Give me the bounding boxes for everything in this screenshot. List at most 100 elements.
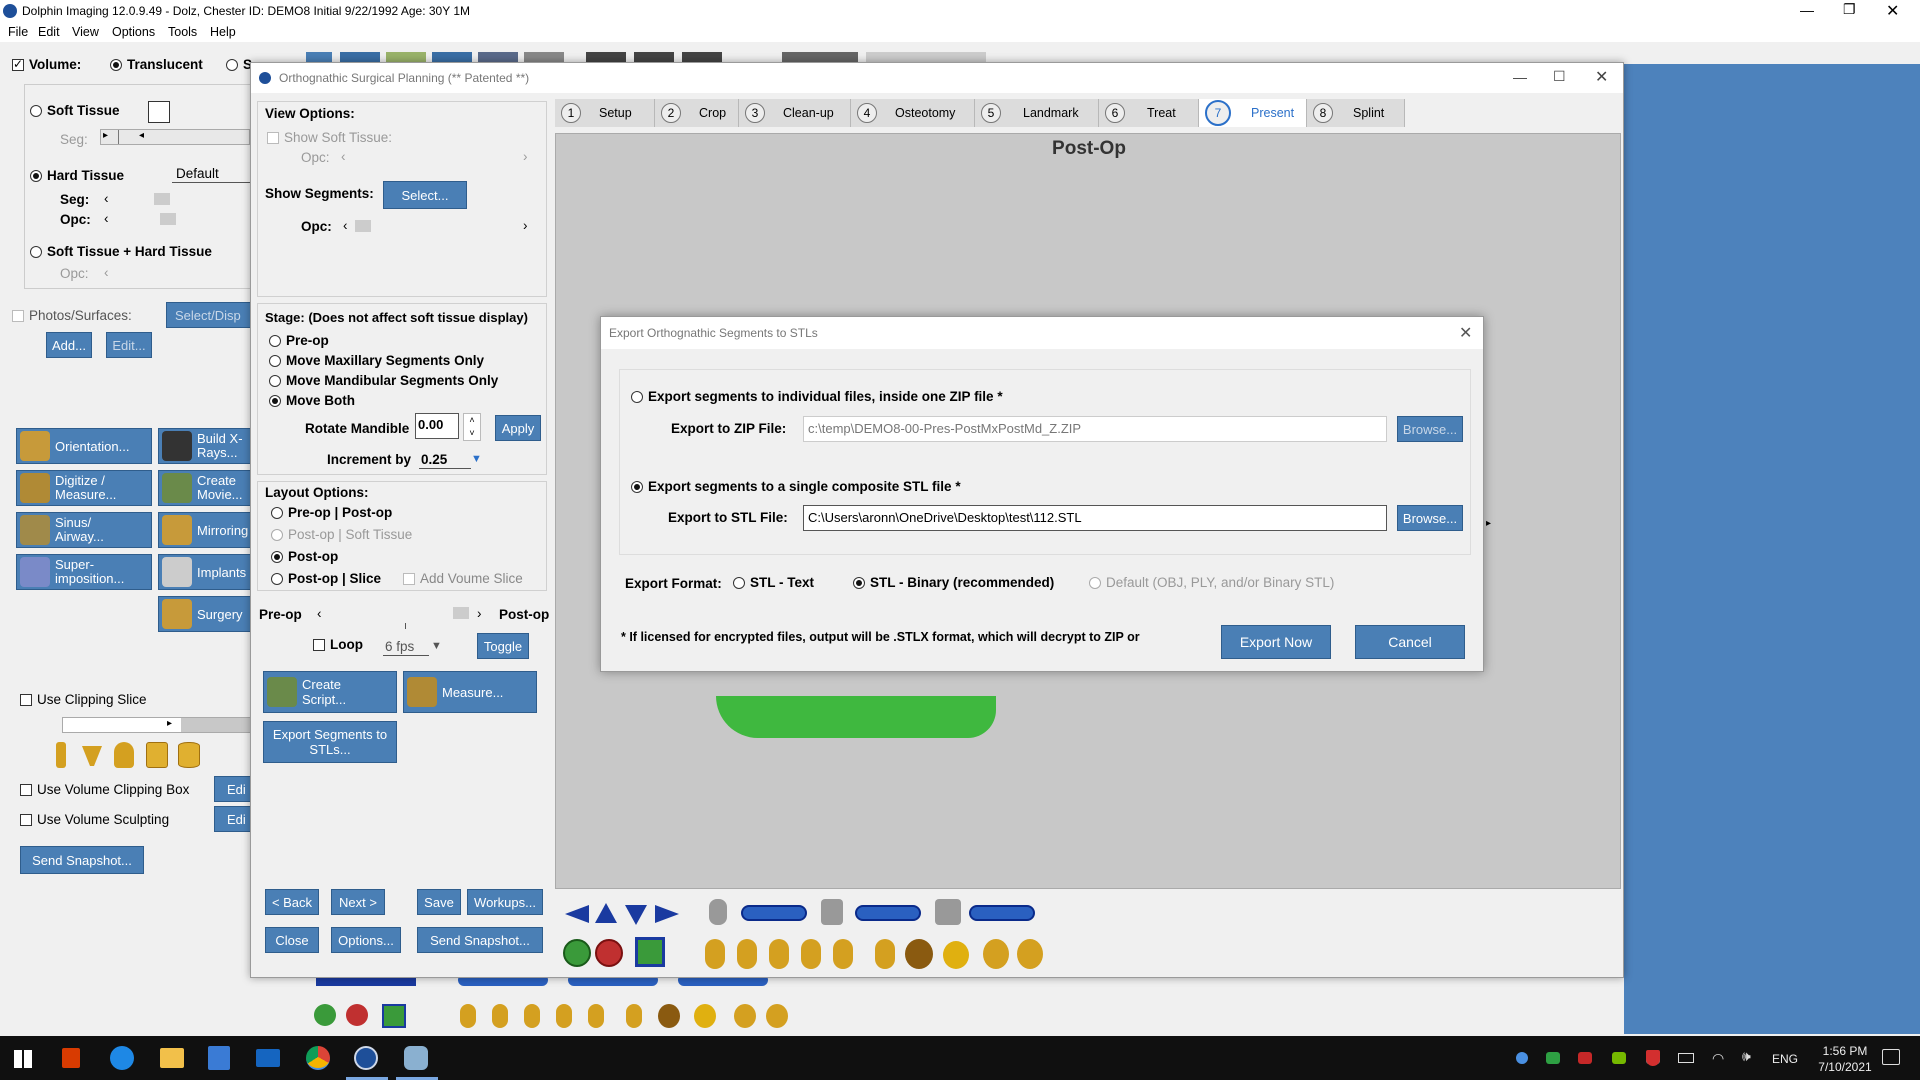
zip-file-input[interactable]: c:\temp\DEMO8-00-Pres-PostMxPostMd_Z.ZIP <box>803 416 1387 442</box>
photos-checkbox[interactable] <box>12 310 24 323</box>
head-view-icon[interactable] <box>658 1004 680 1028</box>
wifi-icon[interactable]: ◠ <box>1712 1050 1724 1067</box>
format-text-radio[interactable] <box>733 577 745 590</box>
next-button[interactable]: Next > <box>331 889 385 915</box>
move-up-icon[interactable] <box>595 903 617 923</box>
head-view-icon[interactable] <box>833 939 853 969</box>
seg-opc-left-icon[interactable]: ‹ <box>343 218 348 233</box>
minimize-icon[interactable]: — <box>1800 2 1814 18</box>
rotate-x-icon[interactable] <box>935 899 961 925</box>
create-script-button[interactable]: Create Script... <box>263 671 397 713</box>
head-view-icon[interactable] <box>460 1004 476 1028</box>
stage-mandibular-radio[interactable] <box>269 375 281 388</box>
rotate-spinner[interactable]: ˄ ˅ <box>463 413 481 441</box>
sculpting-checkbox[interactable] <box>20 814 32 827</box>
tab-splint[interactable]: 8 Splint <box>1307 99 1405 127</box>
tab-landmark[interactable]: 5 Landmark <box>975 99 1099 127</box>
export-zip-radio[interactable] <box>631 391 643 404</box>
tab-present[interactable]: 7 Present <box>1199 99 1307 127</box>
stage-both-radio[interactable] <box>269 395 281 408</box>
head-view-icon[interactable] <box>801 939 821 969</box>
clipping-box-checkbox[interactable] <box>20 784 32 797</box>
layout-postop-radio[interactable] <box>271 551 283 564</box>
soft-hard-radio[interactable] <box>30 246 42 259</box>
tab-cleanup[interactable]: 3 Clean-up <box>739 99 851 127</box>
sinus-airway-button[interactable]: Sinus/ Airway... <box>16 512 152 548</box>
tab-osteotomy[interactable]: 4 Osteotomy <box>851 99 975 127</box>
menu-options[interactable]: Options <box>112 25 155 39</box>
move-down-icon[interactable] <box>625 905 647 925</box>
clipping-box-edit-button[interactable]: Edi <box>214 776 252 802</box>
head-view-icon[interactable] <box>737 939 757 969</box>
head-view-icon[interactable] <box>734 1004 756 1028</box>
head-view-icon[interactable] <box>492 1004 508 1028</box>
send-snapshot-button[interactable]: Send Snapshot... <box>417 927 543 953</box>
format-default-radio[interactable] <box>1089 577 1101 590</box>
soft-opc-left-icon[interactable]: ‹ <box>341 149 346 164</box>
head-view-icon[interactable] <box>588 1004 604 1028</box>
add-photo-button[interactable]: Add... <box>46 332 92 358</box>
clock-date[interactable]: 7/10/2021 <box>1810 1060 1880 1074</box>
export-close-icon[interactable]: ✕ <box>1459 323 1472 343</box>
opc-thumb[interactable] <box>160 213 176 225</box>
seg2-thumb[interactable] <box>154 193 170 205</box>
zoom-out-icon[interactable] <box>595 939 623 967</box>
edge-icon[interactable] <box>110 1046 134 1070</box>
fit-icon[interactable] <box>382 1004 406 1028</box>
digitize-measure-button[interactable]: Digitize / Measure... <box>16 470 152 506</box>
edit-photo-button[interactable]: Edit... <box>106 332 152 358</box>
head-view-icon[interactable] <box>556 1004 572 1028</box>
export-stl-radio[interactable] <box>631 481 643 494</box>
tab-treat[interactable]: 6 Treat <box>1099 99 1199 127</box>
head-view-icon[interactable] <box>1017 939 1043 969</box>
add-volume-slice-checkbox[interactable] <box>403 573 415 586</box>
soft-opc-right-icon[interactable]: › <box>523 149 528 164</box>
stl-file-input[interactable]: C:\Users\aronn\OneDrive\Desktop\test\112… <box>803 505 1387 531</box>
opc-arrow-icon[interactable]: ‹ <box>104 211 109 226</box>
increment-value[interactable]: 0.25 <box>421 452 447 467</box>
menu-help[interactable]: Help <box>210 25 236 39</box>
loop-checkbox[interactable] <box>313 639 325 652</box>
back-button[interactable]: < Back <box>265 889 319 915</box>
clip-icon[interactable] <box>114 742 134 768</box>
left-send-snapshot-button[interactable]: Send Snapshot... <box>20 846 144 874</box>
create-movie-button[interactable]: Create Movie... <box>158 470 254 506</box>
volume-icon[interactable]: 🕪 <box>1742 1048 1751 1065</box>
close-button[interactable]: Close <box>265 927 319 953</box>
sculpting-edit-button[interactable]: Edi <box>214 806 252 832</box>
layout-preop-postop-radio[interactable] <box>271 507 283 520</box>
stage-preop-radio[interactable] <box>269 335 281 348</box>
hard-tissue-radio[interactable] <box>30 170 42 183</box>
tray-icon[interactable] <box>1546 1052 1560 1064</box>
shield-icon[interactable] <box>1646 1050 1660 1066</box>
menu-tools[interactable]: Tools <box>168 25 197 39</box>
move-left-icon[interactable] <box>565 905 589 923</box>
fps-value[interactable]: 6 fps <box>385 639 414 654</box>
seg-opc-thumb[interactable] <box>355 220 371 232</box>
volume-checkbox[interactable] <box>12 57 24 72</box>
build-xrays-button[interactable]: Build X-Rays... <box>158 428 254 464</box>
dolphin-icon[interactable] <box>354 1046 378 1070</box>
rotate-z-icon[interactable] <box>709 899 727 925</box>
tray-icon[interactable] <box>1516 1052 1528 1064</box>
head-view-icon[interactable] <box>694 1004 716 1028</box>
clip-icon[interactable] <box>178 742 200 768</box>
office-icon[interactable] <box>62 1048 80 1068</box>
clipping-slice-checkbox[interactable] <box>20 694 32 707</box>
superimposition-button[interactable]: Super- imposition... <box>16 554 152 590</box>
paint-icon[interactable] <box>404 1046 428 1070</box>
menu-edit[interactable]: Edit <box>38 25 60 39</box>
solid-radio[interactable] <box>226 59 238 72</box>
clip-icon[interactable] <box>56 742 66 768</box>
head-view-icon[interactable] <box>626 1004 642 1028</box>
seg2-arrow-icon[interactable]: ‹ <box>104 191 109 206</box>
head-view-icon[interactable] <box>983 939 1009 969</box>
mirroring-button[interactable]: Mirroring <box>158 512 254 548</box>
menu-file[interactable]: File <box>8 25 28 39</box>
stage-maxillary-radio[interactable] <box>269 355 281 368</box>
battery-icon[interactable] <box>1678 1053 1694 1063</box>
slider-thumb[interactable] <box>453 607 469 619</box>
move-right-icon[interactable] <box>655 905 679 923</box>
slider-right-icon[interactable]: › <box>477 606 482 621</box>
select-segments-button[interactable]: Select... <box>383 181 467 209</box>
